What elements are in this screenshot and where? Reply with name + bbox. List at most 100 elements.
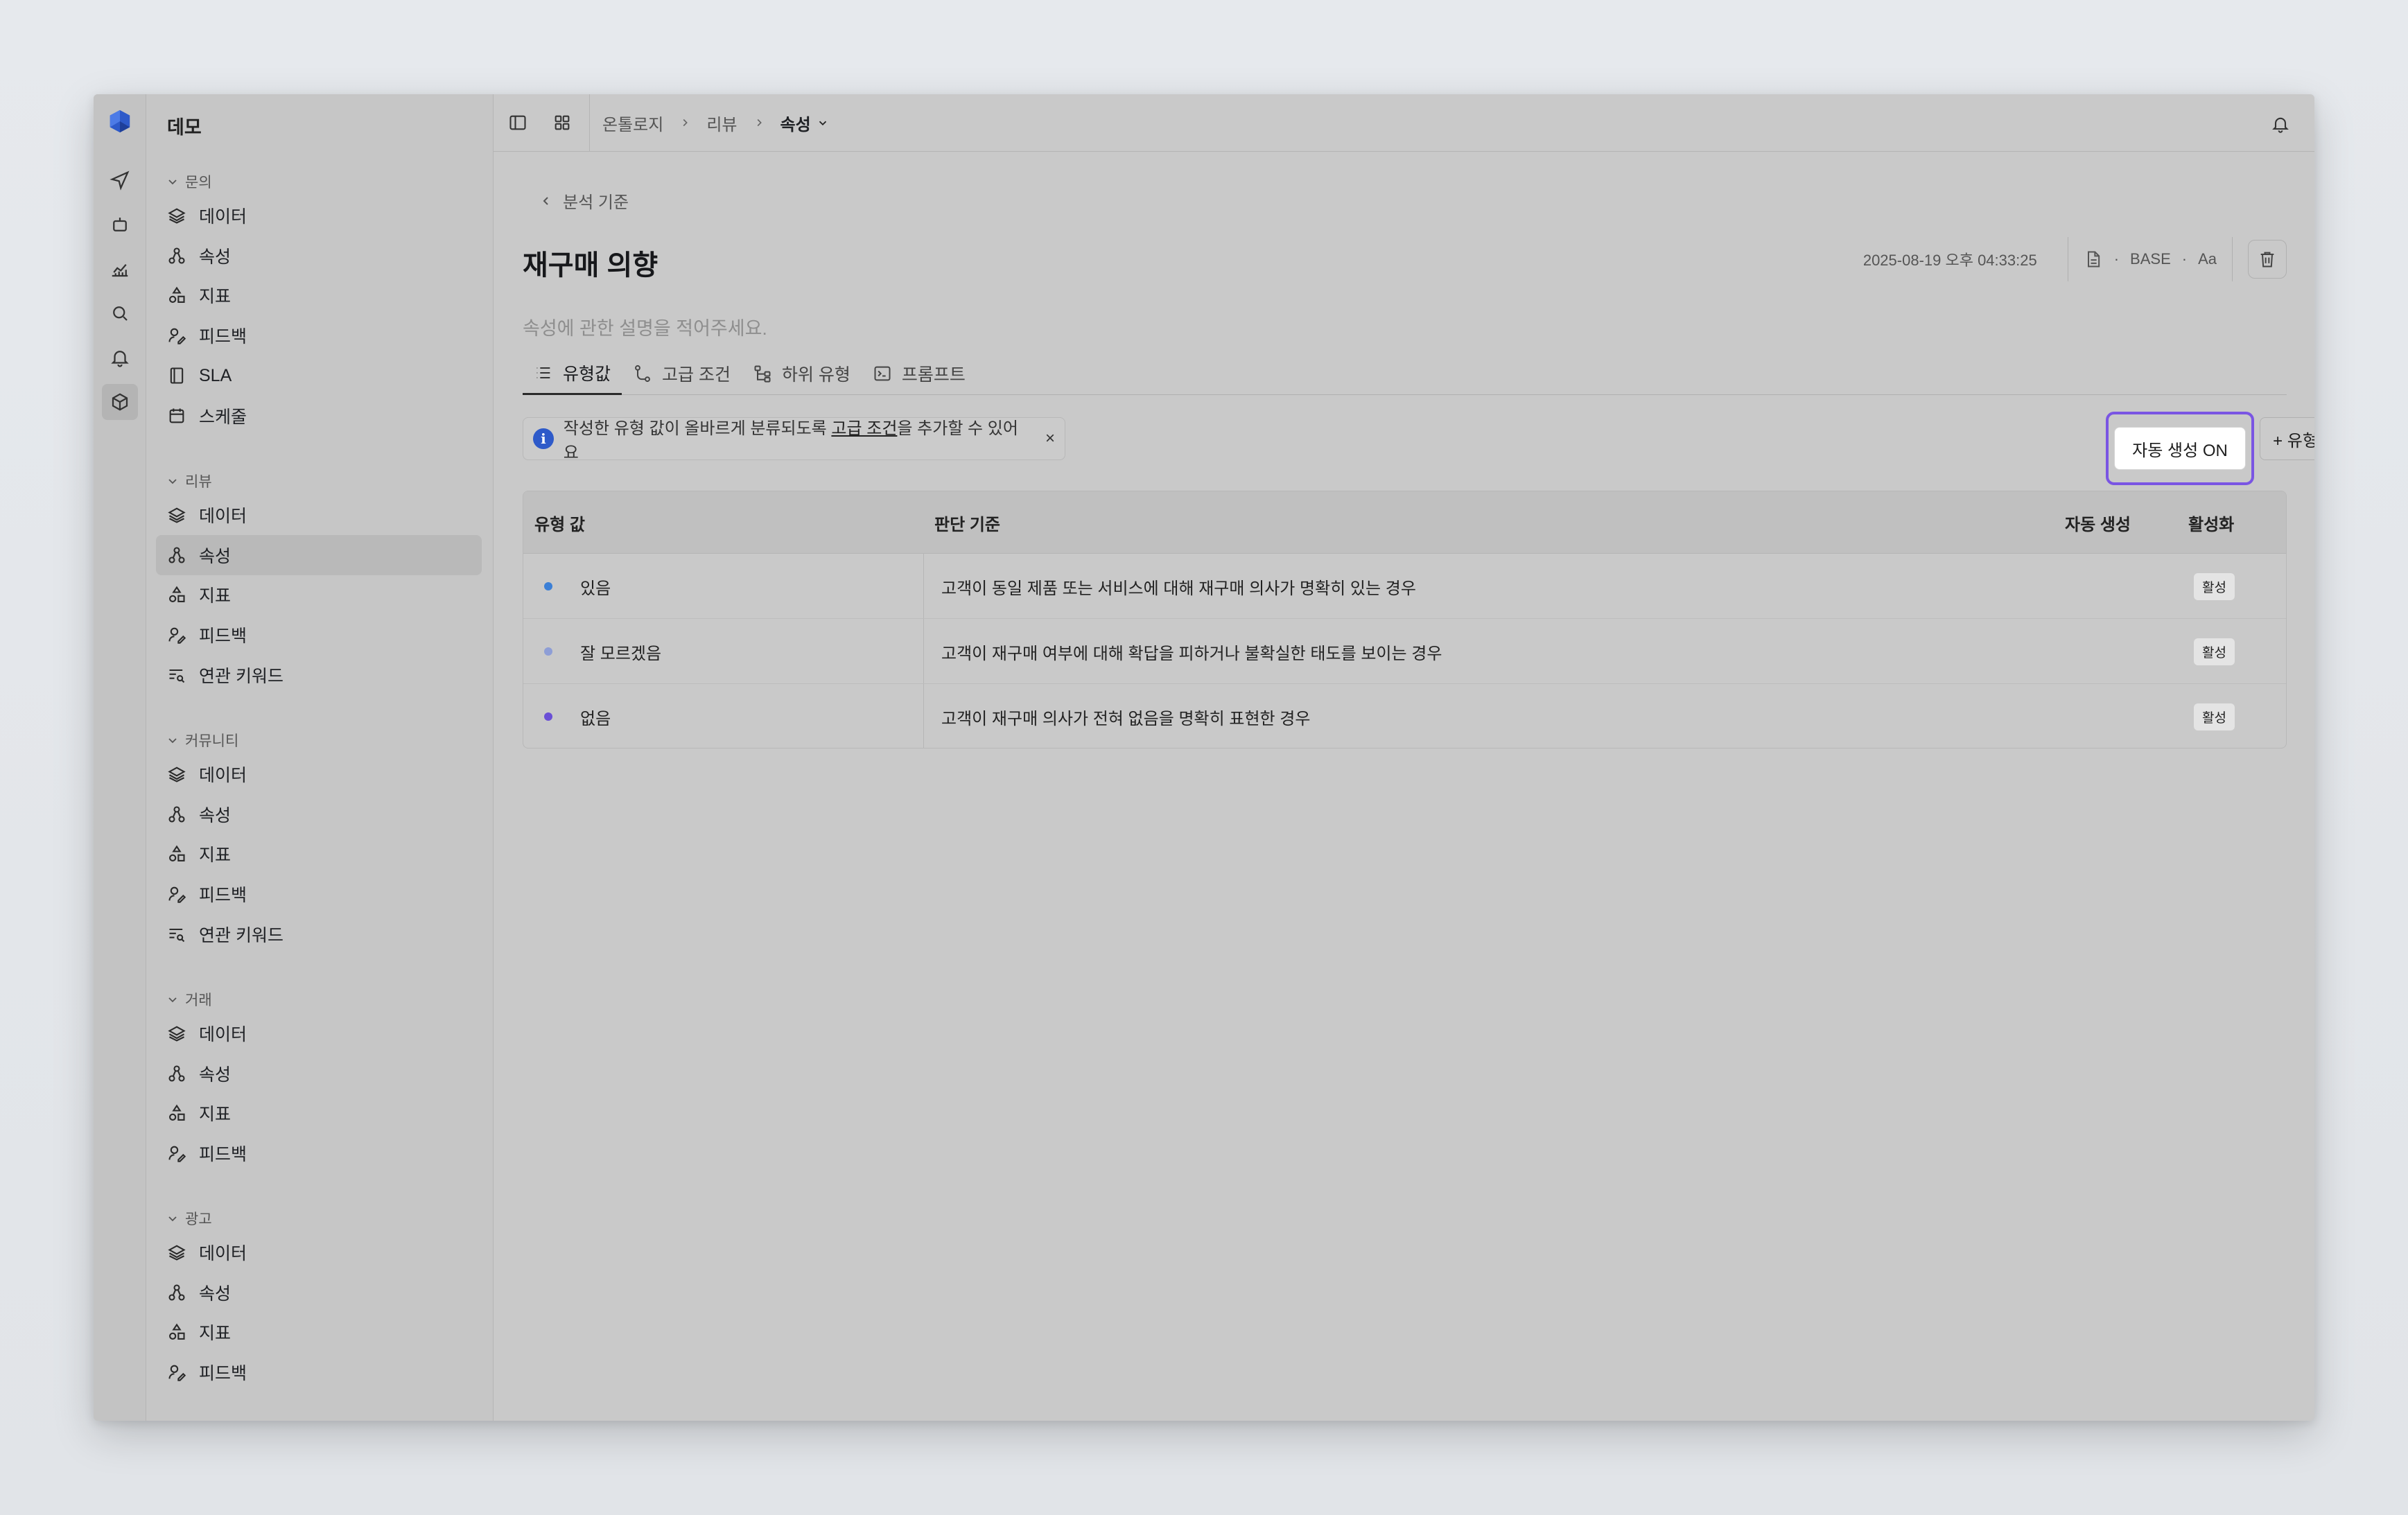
sidebar-item-feedback[interactable]: 피드백 xyxy=(156,615,482,655)
sidebar-item-data[interactable]: 데이터 xyxy=(156,754,482,794)
sidebar-item-feedback[interactable]: 피드백 xyxy=(156,1133,482,1173)
sidebar-group-header[interactable]: 커뮤니티 xyxy=(156,726,482,754)
close-icon[interactable]: × xyxy=(1045,429,1055,448)
layers-icon xyxy=(168,1245,186,1261)
top-bar: 온톨로지 리뷰 속성 xyxy=(494,94,2314,152)
tab-subtypes[interactable]: 하위 유형 xyxy=(742,352,862,395)
bell-icon[interactable] xyxy=(102,340,138,376)
chevron-down-icon xyxy=(168,738,177,744)
sidebar-item-keywords[interactable]: 연관 키워드 xyxy=(156,655,482,695)
sidebar-group-header[interactable]: 광고 xyxy=(156,1205,482,1232)
sidebar-item-feedback[interactable]: 피드백 xyxy=(156,1352,482,1392)
table-header: 유형 값 판단 기준 자동 생성 활성화 xyxy=(523,491,2286,554)
sidebar-group-header[interactable]: 리뷰 xyxy=(156,467,482,495)
sidebar-item-metric[interactable]: 지표 xyxy=(156,834,482,875)
cube-icon[interactable] xyxy=(101,384,138,420)
breadcrumb-ontology[interactable]: 온톨로지 xyxy=(602,111,663,135)
advanced-conditions-link[interactable]: 고급 조건 xyxy=(831,419,897,438)
font-label[interactable]: Aa xyxy=(2198,250,2217,268)
value-label: 있음 xyxy=(580,579,611,598)
table-row[interactable]: 잘 모르겠음 고객이 재구매 여부에 대해 확답을 피하거나 불확실한 태도를 … xyxy=(523,619,2286,684)
status-badge[interactable]: 활성 xyxy=(2194,572,2235,600)
sidebar-item-metric[interactable]: 지표 xyxy=(156,1313,482,1353)
status-badge[interactable]: 활성 xyxy=(2194,703,2235,730)
notification-bell-icon[interactable] xyxy=(2263,107,2298,141)
sidebar-item-data[interactable]: 데이터 xyxy=(156,1232,482,1272)
sidebar-group-header[interactable]: 문의 xyxy=(156,168,482,195)
breadcrumb-review[interactable]: 리뷰 xyxy=(706,111,737,135)
nodes-icon xyxy=(168,1065,185,1082)
layers-icon xyxy=(168,208,186,224)
header-auto-generate: 자동 생성 xyxy=(2065,515,2131,534)
sidebar-item-data[interactable]: 데이터 xyxy=(156,195,482,236)
sidebar-item-attribute[interactable]: 속성 xyxy=(156,236,482,276)
auto-generate-highlight: 자동 생성 ON xyxy=(2106,412,2254,485)
tab-values[interactable]: 유형값 xyxy=(523,352,622,395)
layers-icon xyxy=(168,1026,186,1042)
status-badge[interactable]: 활성 xyxy=(2194,638,2235,665)
sidebar-item-data[interactable]: 데이터 xyxy=(156,1013,482,1053)
value-label: 없음 xyxy=(580,709,611,728)
tab-prompt[interactable]: 프롬프트 xyxy=(862,352,977,395)
search-icon[interactable] xyxy=(102,295,138,331)
delete-button[interactable] xyxy=(2248,240,2287,279)
base-model-label[interactable]: BASE xyxy=(2130,250,2171,268)
icon-rail xyxy=(94,94,146,1421)
tab-advanced-conditions[interactable]: 고급 조건 xyxy=(622,352,742,395)
sidebar-item-metric[interactable]: 지표 xyxy=(156,575,482,615)
sidebar-item-attribute[interactable]: 속성 xyxy=(156,534,482,575)
criteria-text: 고객이 동일 제품 또는 서비스에 대해 재구매 의사가 명확히 있는 경우 xyxy=(941,579,1416,598)
sidebar-item-attribute[interactable]: 속성 xyxy=(156,794,482,834)
sidebar-group-review: 리뷰 데이터 속성 지표 피드백 연관 키워드 xyxy=(156,467,482,695)
table-row[interactable]: 있음 고객이 동일 제품 또는 서비스에 대해 재구매 의사가 명확히 있는 경… xyxy=(523,554,2286,619)
page-title[interactable]: 재구매 의향 xyxy=(523,243,658,283)
chevron-down-icon xyxy=(168,997,177,1003)
sidebar-item-metric[interactable]: 지표 xyxy=(156,1094,482,1134)
breadcrumb: 온톨로지 리뷰 속성 xyxy=(602,111,829,135)
values-table: 유형 값 판단 기준 자동 생성 활성화 있음 고객이 동일 제품 또는 서비스… xyxy=(523,491,2287,748)
table-row[interactable]: 없음 고객이 재구매 의사가 전혀 없음을 명확히 표현한 경우 활성 ⋮ xyxy=(523,684,2286,748)
breadcrumb-attribute-dropdown[interactable]: 속성 xyxy=(780,111,829,135)
sidebar-item-metric[interactable]: 지표 xyxy=(156,276,482,316)
updated-timestamp: 2025-08-19 오후 04:33:25 xyxy=(1862,252,2037,269)
add-value-button[interactable]: + 유형값 추가 xyxy=(2260,417,2314,460)
grid-icon[interactable] xyxy=(545,105,579,140)
hierarchy-icon xyxy=(754,365,771,383)
tab-bar: 유형값 고급 조건 하위 유형 프롬프트 xyxy=(523,352,2287,395)
description-input[interactable]: 속성에 관한 설명을 적어주세요. xyxy=(523,313,767,340)
page-meta: 2025-08-19 오후 04:33:25 · BASE · Aa xyxy=(1863,237,2287,281)
sidebar-item-feedback[interactable]: 피드백 xyxy=(156,874,482,914)
send-icon[interactable] xyxy=(102,162,138,198)
back-link[interactable]: 분석 기준 xyxy=(539,189,629,213)
sidebar-item-attribute[interactable]: 속성 xyxy=(156,1053,482,1094)
shapes-icon xyxy=(169,846,185,862)
toolbar-divider xyxy=(589,94,590,152)
sidebar-group-ads: 광고 데이터 속성 지표 피드백 xyxy=(156,1205,482,1392)
sidebar-item-keywords[interactable]: 연관 키워드 xyxy=(156,914,482,954)
shapes-icon xyxy=(169,1324,185,1340)
sidebar: 데모 문의 데이터 속성 지표 피드백 SLA 스케줄 리뷰 데이터 속성 지표… xyxy=(146,94,494,1421)
sidebar-item-data[interactable]: 데이터 xyxy=(156,495,482,535)
value-label: 잘 모르겠음 xyxy=(580,644,662,663)
brand-logo-icon[interactable] xyxy=(107,108,133,134)
meta-divider xyxy=(2232,237,2233,281)
branch-icon xyxy=(635,365,650,383)
sidebar-group-header[interactable]: 거래 xyxy=(156,986,482,1013)
sidebar-toggle-icon[interactable] xyxy=(500,105,535,140)
sidebar-item-schedule[interactable]: 스케줄 xyxy=(156,396,482,436)
chart-icon[interactable] xyxy=(102,251,138,287)
chevron-right-icon xyxy=(683,119,688,127)
header-criteria: 판단 기준 xyxy=(934,515,1000,534)
sidebar-item-sla[interactable]: SLA xyxy=(156,356,482,396)
value-color-dot xyxy=(544,712,552,721)
nodes-icon xyxy=(168,547,185,563)
sidebar-item-feedback[interactable]: 피드백 xyxy=(156,315,482,356)
auto-generate-button[interactable]: 자동 생성 ON xyxy=(2114,427,2246,470)
bot-icon[interactable] xyxy=(102,207,138,243)
sidebar-group-transaction: 거래 데이터 속성 지표 피드백 xyxy=(156,986,482,1173)
sidebar-item-attribute[interactable]: 속성 xyxy=(156,1272,482,1313)
document-icon[interactable] xyxy=(2084,249,2103,269)
user-edit-icon xyxy=(168,627,186,644)
list-search-icon xyxy=(169,669,185,683)
meta-separator: · xyxy=(2113,250,2120,268)
